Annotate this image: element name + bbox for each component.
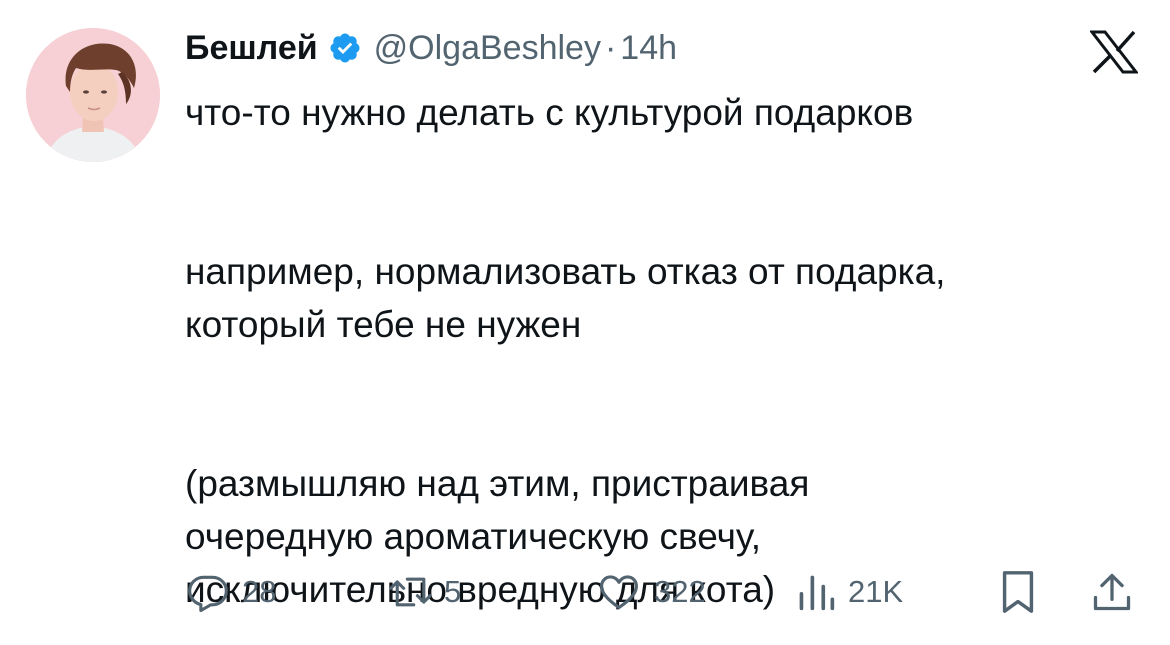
reply-button[interactable]: 28: [186, 562, 276, 622]
views-icon: [796, 570, 836, 614]
repost-button[interactable]: 5: [386, 562, 461, 622]
verified-badge-icon: [328, 31, 362, 65]
separator-dot: ·: [604, 28, 617, 67]
views-button[interactable]: 21K: [796, 562, 903, 622]
tweet-card: Бешлей @OlgaBeshley · 14h что-то нужно д…: [0, 0, 1170, 645]
tweet-text-line: очередную ароматическую свечу,: [185, 516, 761, 557]
tweet-text-line: например, нормализовать отказ от подарка…: [185, 251, 946, 292]
tweet-text: что-то нужно делать с культурой подарков…: [185, 86, 1145, 616]
avatar[interactable]: [26, 28, 160, 162]
like-count: 322: [654, 574, 706, 609]
reply-count: 28: [242, 574, 277, 609]
display-name[interactable]: Бешлей: [185, 29, 318, 68]
timestamp[interactable]: 14h: [620, 29, 677, 68]
avatar-image: [26, 28, 160, 162]
repost-icon: [386, 570, 436, 614]
reply-icon: [186, 570, 230, 614]
tweet-actions: 28 5 322 21K: [0, 562, 1170, 622]
tweet-text-line: который тебе не нужен: [185, 304, 582, 345]
x-logo-icon: [1088, 30, 1140, 74]
share-button[interactable]: [1090, 562, 1134, 622]
bookmark-button[interactable]: [998, 562, 1038, 622]
views-count: 21K: [848, 574, 904, 609]
user-handle[interactable]: @OlgaBeshley: [374, 29, 601, 68]
tweet-header: Бешлей @OlgaBeshley · 14h: [185, 26, 677, 70]
heart-icon: [596, 570, 642, 614]
tweet-text-line: (размышляю над этим, пристраивая: [185, 463, 810, 504]
bookmark-icon: [998, 569, 1038, 615]
share-icon: [1090, 569, 1134, 615]
like-button[interactable]: 322: [596, 562, 706, 622]
repost-count: 5: [444, 574, 462, 609]
tweet-text-line: что-то нужно делать с культурой подарков: [185, 92, 914, 133]
